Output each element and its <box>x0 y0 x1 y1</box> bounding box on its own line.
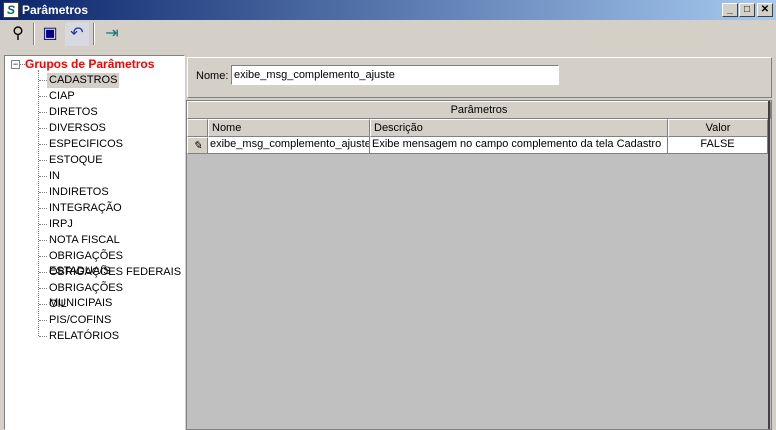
tree-connector <box>39 224 47 225</box>
tree-connector <box>39 80 47 81</box>
tree-item[interactable]: OBRIGAÇÕES MUNICIPAIS <box>47 281 184 309</box>
cell-descricao[interactable]: Exibe mensagem no campo complemento da t… <box>370 137 668 154</box>
tree-item[interactable]: OIL <box>47 297 69 312</box>
column-header-descricao[interactable]: Descrição <box>370 119 668 137</box>
tree-connector <box>39 144 47 145</box>
tree-item[interactable]: OBRIGAÇÕES ESTADUAIS <box>47 249 184 277</box>
grid-border <box>768 101 770 429</box>
tree-connector <box>39 112 47 113</box>
filter-panel: Nome: <box>187 57 772 98</box>
tree-connector <box>39 192 47 193</box>
tree-connector <box>39 288 47 289</box>
tree-item[interactable]: IN <box>47 169 62 184</box>
cell-valor[interactable]: FALSE <box>668 137 768 154</box>
tree-connector <box>39 128 47 129</box>
tree-line <box>38 70 39 336</box>
tree-connector <box>39 256 47 257</box>
tree-connector <box>39 176 47 177</box>
minimize-button[interactable]: _ <box>722 3 738 17</box>
collapse-icon[interactable]: − <box>11 60 20 69</box>
tree-root[interactable]: Grupos de Parâmetros <box>25 57 154 71</box>
parameter-group-tree[interactable]: − Grupos de Parâmetros CADASTROS CIAP DIRE… <box>4 55 185 430</box>
tree-connector <box>39 272 47 273</box>
nome-label: Nome: <box>196 70 229 82</box>
column-header-nome[interactable]: Nome <box>208 119 370 137</box>
tree-item[interactable]: ESPECIFICOS <box>47 137 125 152</box>
row-indicator-header <box>187 119 208 137</box>
toolbar-separator <box>33 23 35 45</box>
tree-connector <box>39 96 47 97</box>
maximize-button[interactable]: □ <box>739 3 755 17</box>
toolbar-separator <box>93 23 95 45</box>
tree-item[interactable]: PIS/COFINS <box>47 313 113 328</box>
search-binoculars-icon[interactable]: ⚲ <box>6 22 30 46</box>
edit-pencil-icon: ✎ <box>187 137 208 154</box>
tree-connector <box>39 320 47 321</box>
close-button[interactable]: ✕ <box>757 3 773 17</box>
tree-connector <box>39 240 47 241</box>
tree-item[interactable]: NOTA FISCAL <box>47 233 122 248</box>
tree-item[interactable]: ESTOQUE <box>47 153 105 168</box>
cell-nome[interactable]: exibe_msg_complemento_ajuste <box>208 137 370 154</box>
undo-icon[interactable]: ↶ <box>65 22 89 46</box>
tree-connector <box>39 304 47 305</box>
title-bar: S Parâmetros _ □ ✕ <box>0 0 776 20</box>
tree-connector <box>39 336 47 337</box>
parameters-grid[interactable]: Parâmetros Nome Descrição Valor ✎ exibe_… <box>186 100 772 430</box>
tree-item[interactable]: DIRETOS <box>47 105 100 120</box>
tree-item[interactable]: OBRIGAÇÕES FEDERAIS <box>47 265 183 280</box>
exit-door-icon[interactable]: ⇥ <box>100 22 124 46</box>
nome-input[interactable] <box>231 65 559 85</box>
tree-item[interactable]: INTEGRAÇÃO <box>47 201 124 216</box>
tree-item[interactable]: DIVERSOS <box>47 121 108 136</box>
app-icon: S <box>3 2 19 18</box>
tree-item[interactable]: IRPJ <box>47 217 75 232</box>
column-header-valor[interactable]: Valor <box>668 119 768 137</box>
save-icon[interactable]: ▣ <box>38 22 62 46</box>
tree-connector <box>39 208 47 209</box>
tree-item[interactable]: CIAP <box>47 89 77 104</box>
tree-connector <box>39 160 47 161</box>
tree-item[interactable]: CADASTROS <box>47 73 120 88</box>
window-title: Parâmetros <box>22 3 89 17</box>
tree-item[interactable]: RELATÓRIOS <box>47 329 121 344</box>
tree-item[interactable]: INDIRETOS <box>47 185 111 200</box>
grid-title: Parâmetros <box>187 101 771 119</box>
